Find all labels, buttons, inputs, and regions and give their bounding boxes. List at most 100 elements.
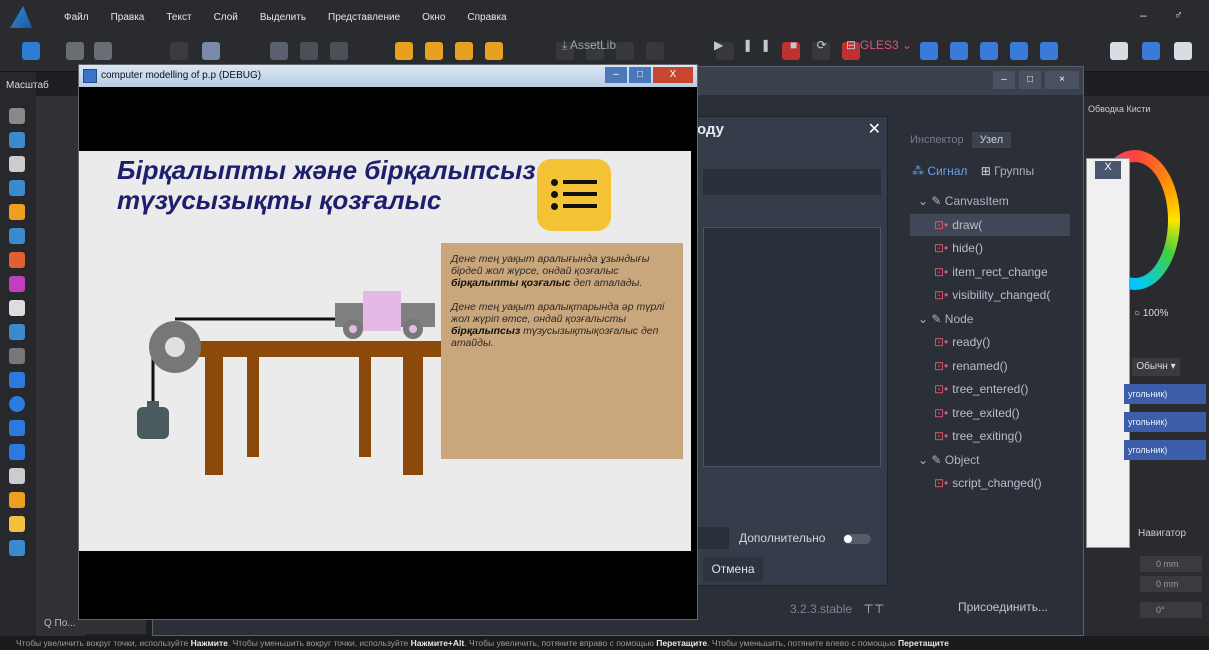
place-image-icon[interactable] [9,324,25,340]
rotation-field[interactable]: 0° [1140,602,1202,618]
signal-row[interactable]: ⊡• ready() [910,331,1070,353]
signal-class-row[interactable]: ⌄ ✎ Object [910,449,1070,471]
snap2-icon[interactable] [300,42,318,60]
snap-icon[interactable] [270,42,288,60]
class-chevron-icon[interactable]: ⌄ ✎ [918,312,945,326]
signal-row[interactable]: ⊡• draw( [910,213,1070,236]
godot-minimize-button[interactable]: – [993,71,1015,89]
coord-field[interactable]: 0 mm [1140,556,1202,572]
node-tool-icon[interactable] [9,156,25,172]
navigator-tab[interactable]: Навигатор [1138,528,1186,539]
zoom-tool-icon[interactable] [9,540,25,556]
signal-row[interactable]: ⊡• visibility_changed( [910,284,1070,306]
close-button[interactable]: X [653,67,693,83]
popup-close-button[interactable]: X [1095,161,1121,179]
signal-class-row[interactable]: ⌄ ✎ Node [910,308,1070,330]
app-logo-icon[interactable] [10,6,32,28]
tab-signals[interactable]: Сигнал [927,164,967,178]
blend-mode-select[interactable]: Обычн ▾ [1132,358,1180,376]
signal-row[interactable]: ⊡• tree_entered() [910,378,1070,400]
class-chevron-icon[interactable]: ⌄ ✎ [918,194,945,208]
connect-button[interactable]: Присоединить... [958,600,1048,614]
arrange3-icon[interactable] [455,42,473,60]
text-tool-icon[interactable] [9,468,25,484]
app-window-controls[interactable]: – ♂ [1140,8,1195,22]
signal-row[interactable]: ⊡• script_changed() [910,472,1070,494]
menu-select[interactable]: Выделить [260,12,306,23]
menu-text[interactable]: Текст [166,12,191,23]
tab-groups[interactable]: Группы [994,164,1034,178]
boolean-div-icon[interactable] [1040,42,1058,60]
boolean-int-icon[interactable] [980,42,998,60]
method-field[interactable] [703,169,881,195]
advanced-toggle[interactable] [843,534,871,544]
opacity-value[interactable]: ○ 100% [1134,308,1168,319]
godot-close-button[interactable]: × [1045,71,1079,89]
minimize-button[interactable]: – [605,67,627,83]
signal-row[interactable]: ⊡• tree_exited() [910,402,1070,424]
gradient-tool-icon[interactable] [9,276,25,292]
layer-row[interactable]: угольник) [1124,440,1206,460]
pencil-tool-icon[interactable] [9,204,25,220]
pen-tool-icon[interactable] [9,180,25,196]
menu-file[interactable]: Файл [64,12,89,23]
class-chevron-icon[interactable]: ⌄ ✎ [918,453,945,467]
hand-tool-icon[interactable] [9,516,25,532]
ellipse-tool-icon[interactable] [9,396,25,412]
align3-icon[interactable] [616,42,634,60]
signal-icon: ⊡• [934,217,949,232]
menu-view[interactable]: Представление [328,12,400,23]
quickfx-icon[interactable] [1110,42,1128,60]
crop-tool-icon[interactable] [9,348,25,364]
godot-maximize-button[interactable]: □ [1019,71,1041,89]
node-tree-box[interactable] [703,227,881,467]
snap3-icon[interactable] [330,42,348,60]
boolean-add-icon[interactable] [920,42,938,60]
dialog-close-icon[interactable]: ✕ [868,119,881,139]
studio-tabs[interactable]: Обводка Кисти [1088,104,1150,114]
persona-icon[interactable] [22,42,40,60]
grid-icon[interactable] [66,42,84,60]
rounded-rect-tool-icon[interactable] [9,420,25,436]
tab-node[interactable]: Узел [971,132,1012,148]
boolean-xor-icon[interactable] [1010,42,1028,60]
transform-icon[interactable] [202,42,220,60]
coord-field[interactable]: 0 mm [1140,576,1202,592]
artboard-tool-icon[interactable] [9,132,25,148]
rectangle-tool-icon[interactable] [9,372,25,388]
menu-list-icon[interactable] [537,159,611,231]
menu-layer[interactable]: Слой [214,12,238,23]
boolean-sub-icon[interactable] [950,42,968,60]
cancel-button[interactable]: Отмена [703,557,763,581]
align4-icon[interactable] [646,42,664,60]
renderer-select[interactable]: GLES3 ⌄ [860,38,912,52]
insert2-icon[interactable] [1174,42,1192,60]
signal-class-row[interactable]: ⌄ ✎ CanvasItem [910,190,1070,212]
menu-window[interactable]: Окно [422,12,445,23]
arrange-icon[interactable] [395,42,413,60]
layer-row[interactable]: угольник) [1124,412,1206,432]
tool-icon[interactable] [170,42,188,60]
maximize-button[interactable]: □ [629,67,651,83]
arrange4-icon[interactable] [485,42,503,60]
layer-row[interactable]: угольник) [1124,384,1206,404]
run-controls[interactable]: ▶ ❚❚ ■ ⟳ ⊟ [714,38,864,52]
tab-inspector[interactable]: Инспектор [910,134,964,146]
share-icon[interactable] [94,42,112,60]
transparency-tool-icon[interactable] [9,300,25,316]
eyedropper-tool-icon[interactable] [9,492,25,508]
dialog-field[interactable] [695,527,729,549]
insert-icon[interactable] [1142,42,1160,60]
signal-row[interactable]: ⊡• item_rect_change [910,261,1070,283]
brush-tool-icon[interactable] [9,228,25,244]
signal-row[interactable]: ⊡• renamed() [910,355,1070,377]
assetlib-tab[interactable]: ⤓ AssetLib [562,38,616,53]
arrange2-icon[interactable] [425,42,443,60]
triangle-tool-icon[interactable] [9,444,25,460]
fill-tool-icon[interactable] [9,252,25,268]
menu-help[interactable]: Справка [467,12,506,23]
move-tool-icon[interactable] [9,108,25,124]
signal-row[interactable]: ⊡• tree_exiting() [910,425,1070,447]
menu-edit[interactable]: Правка [111,12,145,23]
signal-row[interactable]: ⊡• hide() [910,237,1070,259]
